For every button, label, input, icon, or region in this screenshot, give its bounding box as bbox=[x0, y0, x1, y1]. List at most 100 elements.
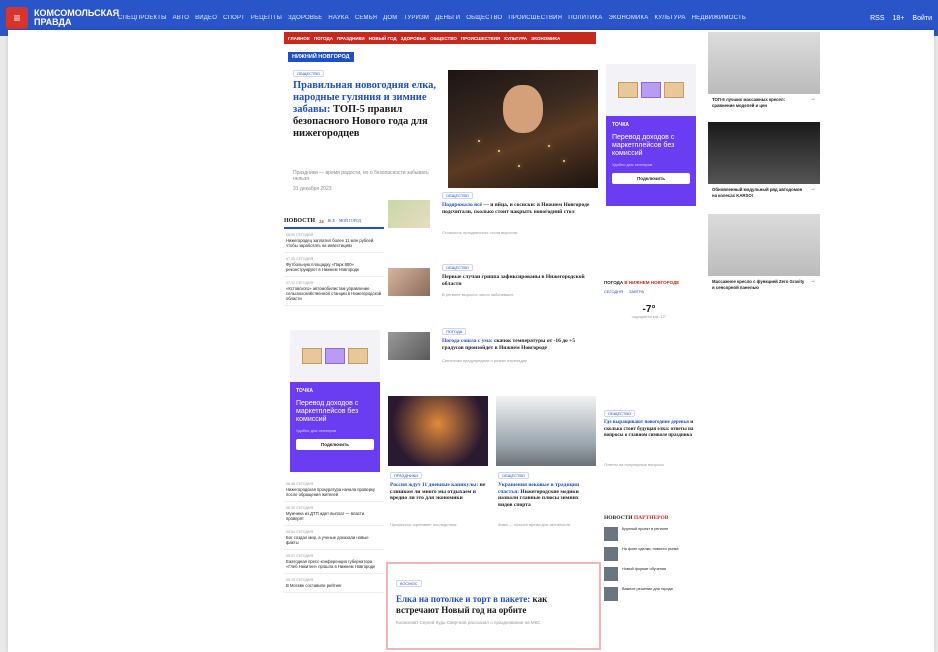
ad-block[interactable]: Массажное кресло с функцией Zero Gravity… bbox=[708, 214, 820, 293]
arrow-right-icon[interactable]: → bbox=[810, 278, 816, 285]
promo-banner-right[interactable]: ТОЧКА Перевод доходов с маркетплейсов бе… bbox=[606, 64, 696, 206]
article-card[interactable]: ОБЩЕСТВО Первые случаи гриппа зафиксиров… bbox=[388, 262, 598, 322]
nav-item[interactable]: НЕДВИЖИМОСТЬ bbox=[692, 15, 746, 21]
nav-item[interactable]: СПЕЦПРОЕКТЫ bbox=[118, 15, 167, 21]
ad-image[interactable] bbox=[708, 32, 820, 94]
article-thumbnail[interactable] bbox=[388, 332, 430, 360]
weather-city[interactable]: В НИЖНЕМ НОВГОРОДЕ bbox=[624, 280, 679, 285]
article-title[interactable]: Где выращивают новогодние деревья и скол… bbox=[604, 420, 694, 440]
nav-item[interactable]: ДОМ bbox=[383, 15, 397, 21]
nav-item[interactable]: НАУКА bbox=[328, 15, 348, 21]
partner-item[interactable]: Новый формат обучения bbox=[604, 567, 704, 581]
rss-link[interactable]: RSS bbox=[870, 15, 884, 22]
featured-title-highlight[interactable]: Елка на потолке и торт в пакете: bbox=[396, 594, 530, 604]
nav-item[interactable]: ПРОИСШЕСТВИЯ bbox=[508, 15, 562, 21]
news-text[interactable]: Бог создал мир, а ученые доказали новые … bbox=[286, 535, 382, 545]
news-item[interactable]: 05:10 СЕГОДНЯ В Москве составили рейтинг bbox=[284, 574, 384, 593]
nav-item[interactable]: ТУРИЗМ bbox=[404, 15, 430, 21]
nav-item[interactable]: ЗДОРОВЬЕ bbox=[288, 15, 322, 21]
partner-text[interactable]: Важное решение для города bbox=[622, 587, 673, 601]
article-title-text[interactable]: Первые случаи гриппа зафиксированы в Ниж… bbox=[442, 274, 585, 287]
partner-text[interactable]: Новый формат обучения bbox=[622, 567, 666, 581]
article-card[interactable]: ОБЩЕСТВО Подорожало всё — и яйца, и соси… bbox=[388, 190, 598, 260]
article-card[interactable]: ОБЩЕСТВО Украшения вековые и традиции сч… bbox=[496, 396, 596, 560]
ad-caption[interactable]: ТОП-5 лучших массажных кресел: сравнение… bbox=[708, 94, 820, 111]
nav-item[interactable]: РЕЦЕПТЫ bbox=[251, 15, 282, 21]
hero-headline[interactable]: Правильная новогодняя елка, народные гул… bbox=[293, 80, 443, 140]
rubric-item[interactable]: КУЛЬТУРА bbox=[504, 36, 527, 41]
ad-text[interactable]: Обновленный модульный ряд автодомов на к… bbox=[712, 187, 802, 198]
article-title-highlight[interactable]: Погода сошла с ума: bbox=[442, 338, 493, 344]
rubric-item[interactable]: ГЛАВНОЕ bbox=[288, 36, 310, 41]
news-item[interactable]: 08:00 СЕГОДНЯ Нижегородец заплатил более … bbox=[284, 229, 384, 253]
article-title[interactable]: Погода сошла с ума: скачок температуры о… bbox=[442, 338, 594, 351]
ad-block[interactable]: Обновленный модульный ряд автодомов на к… bbox=[708, 122, 820, 201]
article-image[interactable] bbox=[496, 396, 596, 466]
article-title[interactable]: Первые случаи гриппа зафиксированы в Ниж… bbox=[442, 274, 594, 287]
news-text[interactable]: Нижегородец заплатил более 11 млн рублей… bbox=[286, 238, 382, 248]
news-item[interactable]: 05:54 СЕГОДНЯ Бог создал мир, а ученые до… bbox=[284, 526, 384, 550]
rubric-item[interactable]: ПРАЗДНИКИ bbox=[337, 36, 365, 41]
article-title-highlight[interactable]: Россия ждут 11 дневные каникулы: bbox=[390, 482, 478, 488]
partner-item[interactable]: На фоне сделки, новости рынка bbox=[604, 547, 704, 561]
ad-text[interactable]: ТОП-5 лучших массажных кресел: сравнение… bbox=[712, 97, 785, 108]
ad-image[interactable] bbox=[708, 122, 820, 184]
partner-text[interactable]: Крупный проект в регионе bbox=[622, 527, 668, 541]
news-text[interactable]: Ежегодная пресс-конференция губернатора … bbox=[286, 559, 382, 569]
news-text[interactable]: Мужчина из ДТП ждет выплат — власти пров… bbox=[286, 511, 382, 521]
article-title[interactable]: Россия ждут 11 дневные каникулы: не слиш… bbox=[390, 482, 486, 502]
article-thumbnail[interactable] bbox=[388, 268, 430, 296]
weather-tab-tomorrow[interactable]: ЗАВТРА bbox=[629, 289, 644, 294]
news-text[interactable]: «Кстовского» автомобилистам управление с… bbox=[286, 286, 382, 301]
site-logo[interactable]: КОМСОМОЛЬСКАЯ ПРАВДА bbox=[34, 9, 119, 27]
featured-title[interactable]: Елка на потолке и торт в пакете: как вст… bbox=[396, 594, 591, 616]
nav-item[interactable]: ВИДЕО bbox=[195, 15, 217, 21]
hero-tag[interactable]: ОБЩЕСТВО bbox=[293, 70, 324, 77]
arrow-right-icon[interactable]: → bbox=[810, 96, 816, 103]
ad-text[interactable]: Массажное кресло с функцией Zero Gravity… bbox=[712, 279, 804, 290]
article-title-highlight[interactable]: Подорожало всё bbox=[442, 202, 482, 208]
partner-thumbnail[interactable] bbox=[604, 587, 618, 601]
article-tag[interactable]: ПОГОДА bbox=[442, 328, 467, 335]
article-tag[interactable]: КОСМОС bbox=[396, 580, 422, 587]
article-card[interactable]: ПРАЗДНИКИ Россия ждут 11 дневные каникул… bbox=[388, 396, 488, 560]
partner-thumbnail[interactable] bbox=[604, 527, 618, 541]
rubric-item[interactable]: ЗДОРОВЬЕ bbox=[401, 36, 426, 41]
rubric-item[interactable]: ЭКОНОМИКА bbox=[531, 36, 560, 41]
news-item[interactable]: 07:35 СЕГОДНЯ Футбольную площадку «Парк 8… bbox=[284, 253, 384, 277]
article-title[interactable]: Украшения вековые и традиции счастья: Ни… bbox=[498, 482, 594, 508]
news-tab-all[interactable]: ВСЕ bbox=[328, 219, 335, 223]
article-thumbnail[interactable] bbox=[388, 200, 430, 228]
news-item[interactable]: 05:31 СЕГОДНЯ Ежегодная пресс-конференция… bbox=[284, 550, 384, 574]
news-text[interactable]: Футбольную площадку «Парк 800» реконстру… bbox=[286, 262, 382, 272]
city-badge[interactable]: НИЖНИЙ НОВГОРОД bbox=[288, 52, 354, 62]
ad-image[interactable] bbox=[708, 214, 820, 276]
rubric-item[interactable]: ОБЩЕСТВО bbox=[430, 36, 457, 41]
nav-item[interactable]: АВТО bbox=[173, 15, 189, 21]
article-card[interactable]: ОБЩЕСТВО Где выращивают новогодние дерев… bbox=[604, 410, 696, 500]
news-item[interactable]: 07:12 СЕГОДНЯ «Кстовского» автомобилистам… bbox=[284, 277, 384, 306]
nav-item[interactable]: СЕМЬЯ bbox=[355, 15, 377, 21]
rubric-item[interactable]: ПОГОДА bbox=[314, 36, 333, 41]
login-link[interactable]: Войти bbox=[912, 15, 932, 22]
promo-button[interactable]: Подключить bbox=[612, 173, 690, 184]
article-title-highlight[interactable]: Где выращивают новогодние деревья bbox=[604, 420, 689, 425]
promo-banner[interactable]: ТОЧКА Перевод доходов с маркетплейсов бе… bbox=[290, 330, 380, 472]
news-item[interactable]: 06:48 СЕГОДНЯ Нижегородская прокуратура н… bbox=[284, 478, 384, 502]
news-text[interactable]: Нижегородская прокуратура начала проверк… bbox=[286, 487, 382, 497]
partner-thumbnail[interactable] bbox=[604, 547, 618, 561]
nav-item[interactable]: СПОРТ bbox=[223, 15, 245, 21]
article-tag[interactable]: ОБЩЕСТВО bbox=[498, 472, 529, 479]
news-text[interactable]: В Москве составили рейтинг bbox=[286, 583, 382, 588]
partner-item[interactable]: Крупный проект в регионе bbox=[604, 527, 704, 541]
nav-item[interactable]: ЭКОНОМИКА bbox=[608, 15, 648, 21]
hero-image[interactable] bbox=[448, 70, 598, 188]
rubric-item[interactable]: НОВЫЙ ГОД bbox=[369, 36, 397, 41]
nav-item[interactable]: ОБЩЕСТВО bbox=[466, 15, 502, 21]
promo-button[interactable]: Подключить bbox=[296, 439, 374, 450]
article-tag[interactable]: ОБЩЕСТВО bbox=[442, 192, 473, 199]
ad-block[interactable]: ТОП-5 лучших массажных кресел: сравнение… bbox=[708, 32, 820, 111]
article-image[interactable] bbox=[388, 396, 488, 466]
partner-item[interactable]: Важное решение для города bbox=[604, 587, 704, 601]
news-tab-city[interactable]: МОЙ ГОРОД bbox=[339, 219, 361, 223]
